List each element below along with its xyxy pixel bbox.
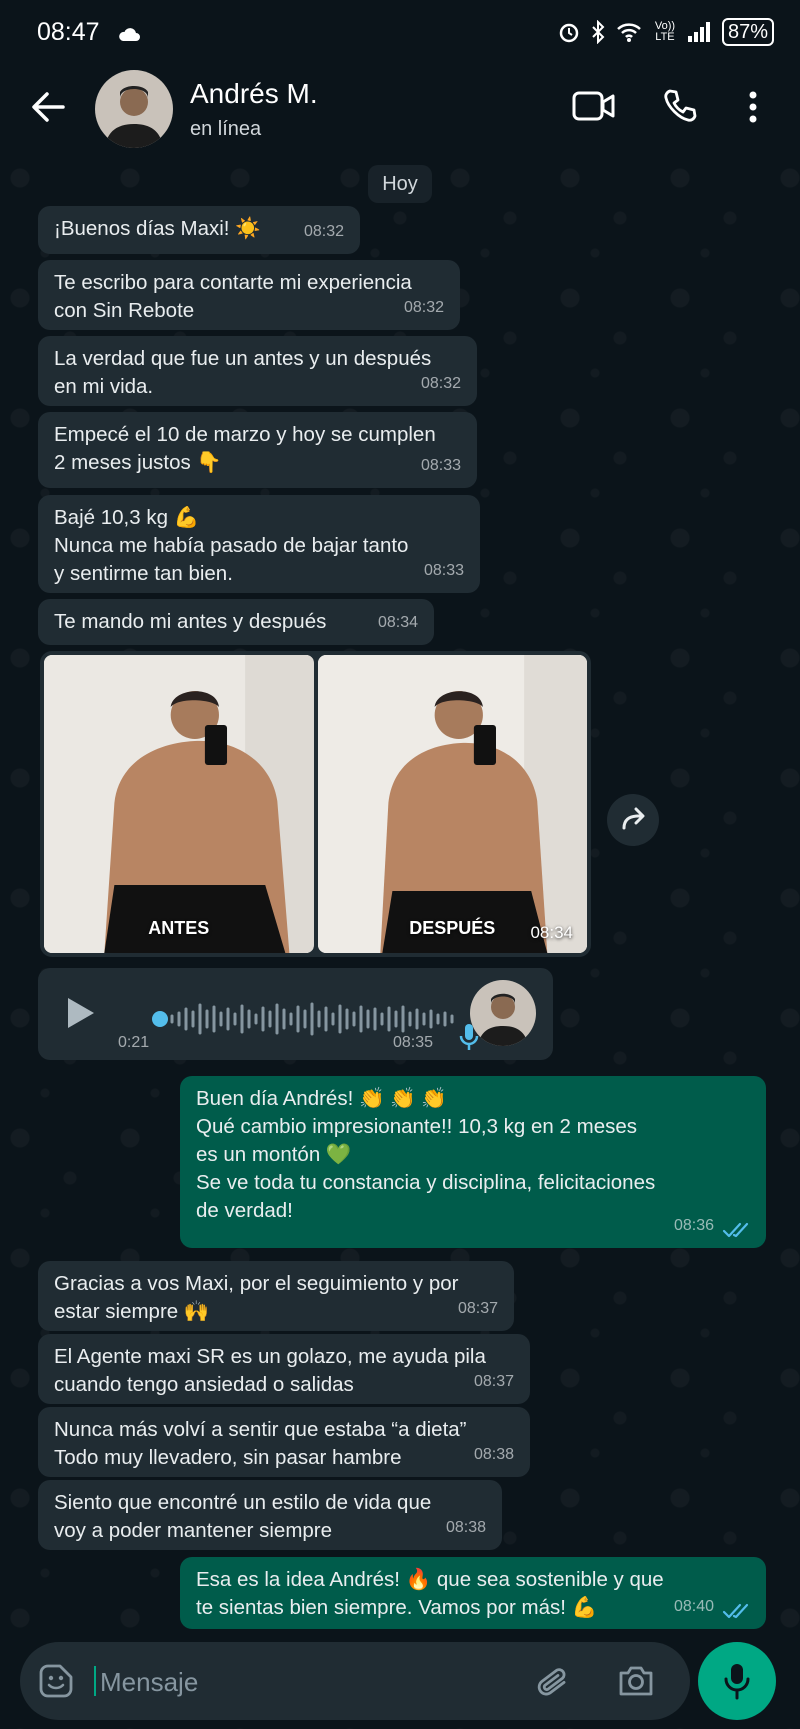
message-bubble[interactable]: ¡Buenos días Maxi! ☀️ 08:32 [38, 206, 360, 254]
emoji-icon[interactable] [38, 1663, 74, 1699]
message-text: La verdad que fue un antes y un después … [54, 347, 432, 398]
text-cursor [94, 1666, 96, 1696]
message-bubble[interactable]: Te escribo para contarte mi experiencia … [38, 260, 460, 330]
date-divider: Hoy [368, 165, 432, 203]
message-bubble[interactable]: Te mando mi antes y después 08:34 [38, 599, 434, 645]
voice-note-mic-icon [459, 1024, 479, 1050]
message-time: 08:32 [420, 375, 461, 392]
message-time: 08:36 [673, 1217, 714, 1234]
contact-status: en línea [190, 118, 262, 140]
message-text: El Agente maxi SR es un golazo, me ayuda… [54, 1345, 486, 1396]
message-text: Nunca más volví a sentir que estaba “a d… [54, 1418, 467, 1469]
message-text: Bajé 10,3 kg 💪 Nunca me había pasado de … [54, 506, 409, 585]
video-call-icon[interactable] [572, 90, 616, 122]
battery-indicator: 87% [721, 18, 774, 46]
message-bubble[interactable]: Siento que encontré un estilo de vida qu… [38, 1480, 502, 1550]
signal-icon [687, 22, 710, 42]
message-bubble[interactable]: La verdad que fue un antes y un después … [38, 336, 477, 406]
message-bubble-outgoing[interactable]: Esa es la idea Andrés! 🔥 que sea sosteni… [180, 1557, 766, 1629]
attach-icon[interactable] [537, 1664, 571, 1700]
cloud-icon [119, 28, 140, 41]
message-time: 08:33 [423, 562, 464, 579]
read-receipt-icon [722, 1222, 749, 1238]
wifi-icon [617, 23, 641, 42]
bluetooth-icon [592, 20, 605, 44]
message-time: 08:33 [420, 457, 461, 474]
alarm-icon [559, 23, 579, 43]
status-icons: Vo)) LTE 87% [558, 18, 774, 46]
message-time: 08:38 [473, 1446, 514, 1463]
message-time: 08:32 [303, 223, 344, 240]
message-input[interactable] [98, 1656, 522, 1708]
message-text: Gracias a vos Maxi, por el seguimiento y… [54, 1272, 459, 1323]
play-icon[interactable] [64, 996, 96, 1030]
voice-call-icon[interactable] [662, 88, 698, 124]
forward-button[interactable] [607, 794, 659, 846]
voice-message[interactable]: 0:21 08:35 [38, 968, 553, 1060]
message-text: ¡Buenos días Maxi! ☀️ [54, 217, 261, 240]
status-bar: 08:47 Vo)) LTE 87% [0, 0, 800, 64]
message-time: 08:37 [457, 1300, 498, 1317]
status-time: 08:47 [37, 18, 100, 46]
message-bubble[interactable]: Gracias a vos Maxi, por el seguimiento y… [38, 1261, 514, 1331]
audio-duration: 0:21 [118, 1034, 150, 1051]
message-bubble-outgoing[interactable]: Buen día Andrés! 👏 👏 👏 Qué cambio impres… [180, 1076, 766, 1248]
message-text: Te escribo para contarte mi experiencia … [54, 271, 412, 322]
message-text: Siento que encontré un estilo de vida qu… [54, 1491, 432, 1542]
more-options-icon[interactable] [748, 90, 758, 124]
camera-icon[interactable] [617, 1664, 655, 1698]
photo-album-message[interactable]: ANTES DESPUÉS 08:34 [40, 651, 591, 957]
message-bubble[interactable]: El Agente maxi SR es un golazo, me ayuda… [38, 1334, 530, 1404]
message-text: Empecé el 10 de marzo y hoy se cumplen 2… [54, 423, 436, 474]
message-text: Esa es la idea Andrés! 🔥 que sea sosteni… [196, 1568, 664, 1619]
audio-waveform[interactable] [170, 999, 480, 1039]
photo-time: 08:34 [530, 923, 573, 942]
message-time: 08:34 [377, 614, 418, 631]
message-bubble[interactable]: Empecé el 10 de marzo y hoy se cumplen 2… [38, 412, 477, 488]
before-label: ANTES [148, 918, 210, 938]
read-receipt-icon [722, 1603, 749, 1619]
message-text: Te mando mi antes y después [54, 610, 327, 633]
forward-icon [622, 807, 645, 830]
contact-name[interactable]: Andrés M. [190, 78, 318, 110]
message-time: 08:38 [445, 1519, 486, 1536]
message-bubble[interactable]: Nunca más volví a sentir que estaba “a d… [38, 1407, 530, 1477]
audio-progress-handle[interactable] [152, 1011, 168, 1027]
back-arrow-icon[interactable] [30, 90, 66, 124]
chat-header: Andrés M. en línea [0, 64, 800, 158]
message-time: 08:40 [673, 1598, 714, 1615]
message-bubble[interactable]: Bajé 10,3 kg 💪 Nunca me había pasado de … [38, 495, 480, 593]
microphone-icon [724, 1664, 750, 1700]
mic-button[interactable] [698, 1642, 776, 1720]
message-time: 08:35 [393, 1034, 434, 1051]
message-text: Buen día Andrés! 👏 👏 👏 Qué cambio impres… [196, 1087, 656, 1222]
compose-bar [20, 1642, 690, 1720]
contact-avatar[interactable] [95, 70, 173, 148]
before-photo[interactable]: ANTES [44, 655, 314, 953]
message-time: 08:32 [403, 299, 444, 316]
message-time: 08:37 [473, 1373, 514, 1390]
network-label: Vo)) LTE [654, 20, 676, 43]
after-photo[interactable]: DESPUÉS 08:34 [317, 655, 587, 953]
